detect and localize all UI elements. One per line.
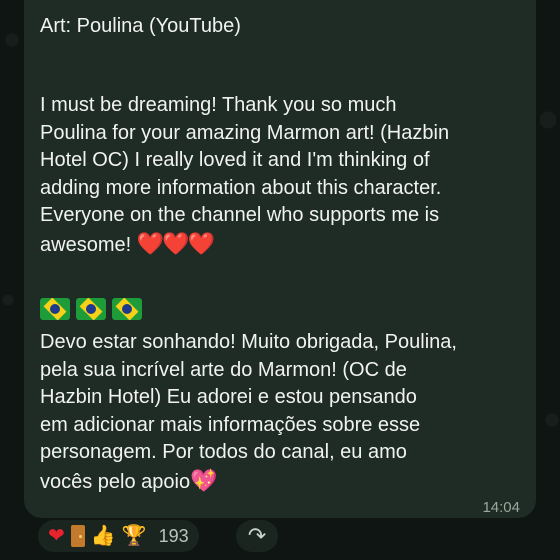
message-timestamp: 14:04 [482, 499, 520, 516]
message-text-portuguese: Devo estar sonhando! Muito obrigada, Pou… [40, 329, 520, 496]
message-bubble[interactable]: Art: Poulina (YouTube) I must be dreamin… [24, 0, 536, 518]
trophy-icon[interactable]: 🏆 [122, 520, 147, 552]
message-text-english: I must be dreaming! Thank you so much Po… [40, 92, 520, 259]
sparkling-heart-emoji: 💖 [190, 467, 218, 493]
brazil-flags [40, 295, 520, 323]
share-arrow-icon: ↷ [247, 523, 267, 548]
art-credit: Art: Poulina (YouTube) [40, 15, 241, 37]
thumbs-up-icon[interactable]: 👍 [91, 520, 116, 552]
brazil-flag-icon [112, 298, 142, 320]
reactions-bar[interactable]: ❤ 👍 🏆 193 [38, 520, 199, 552]
share-button[interactable]: ↷ [236, 520, 278, 552]
brazil-flag-icon [76, 298, 106, 320]
door-icon[interactable] [70, 525, 85, 547]
english-text: I must be dreaming! Thank you so much Po… [40, 94, 450, 256]
reaction-count: 193 [158, 525, 189, 546]
hearts-emoji: ❤️❤️❤️ [136, 230, 215, 256]
red-heart-icon[interactable]: ❤ [48, 520, 65, 552]
portuguese-text: Devo estar sonhando! Muito obrigada, Pou… [40, 331, 457, 493]
brazil-flag-icon [40, 298, 70, 320]
